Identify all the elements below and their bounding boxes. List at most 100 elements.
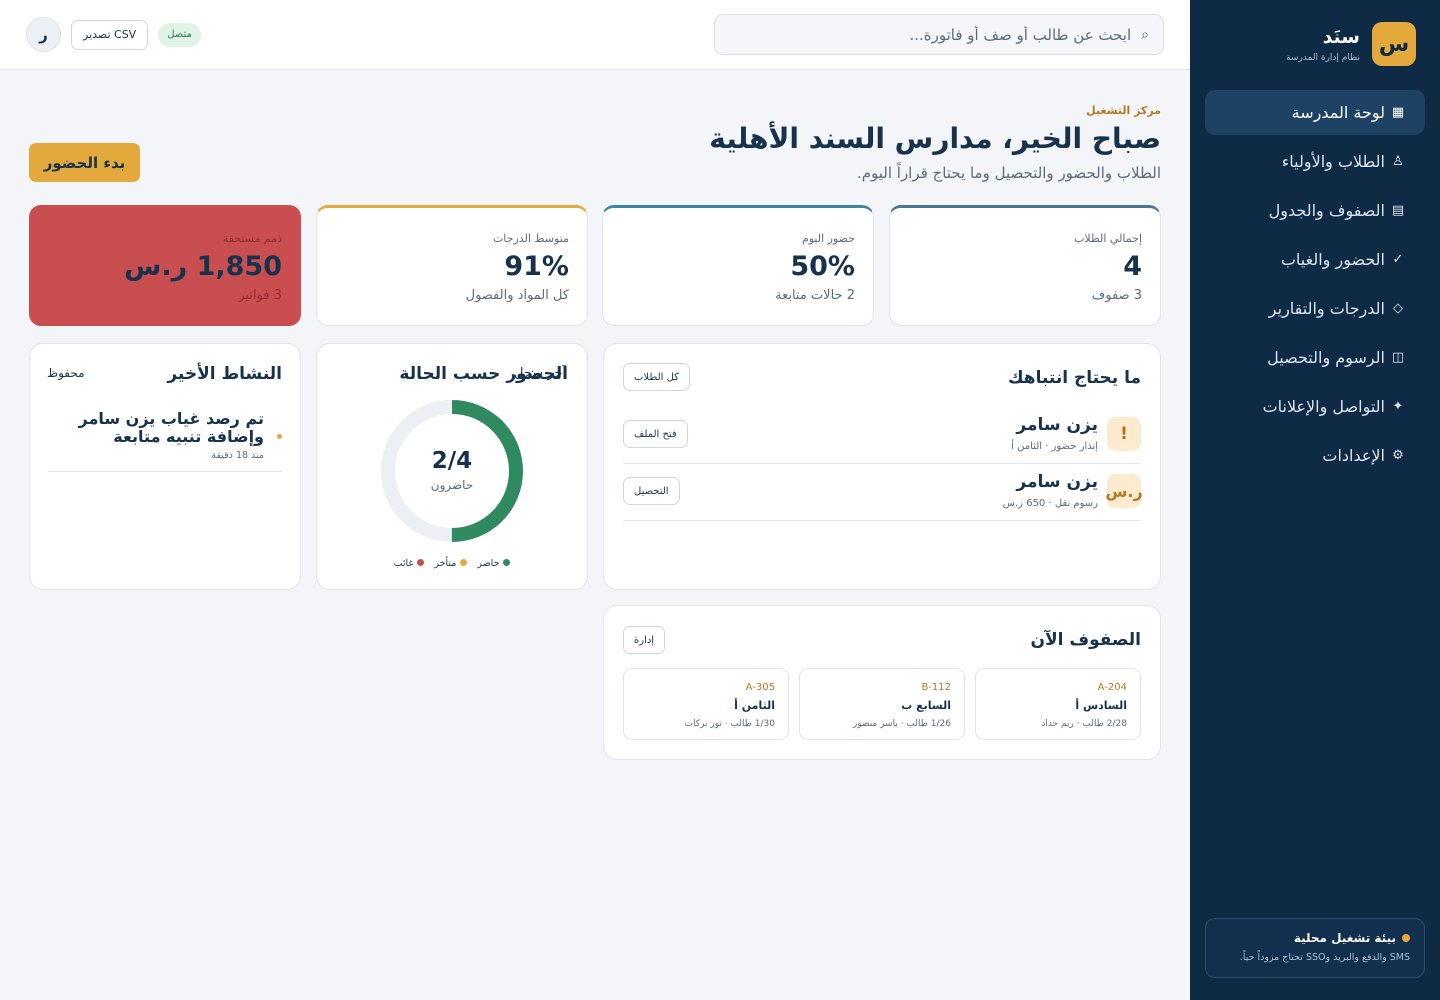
stat-value: 91% xyxy=(504,251,569,282)
sidebar-item-label: التواصل والإعلانات xyxy=(1262,397,1385,416)
legend-dot-icon xyxy=(503,559,511,566)
student-name[interactable]: يزن سامر xyxy=(1016,415,1098,435)
donut-value: 2/4 xyxy=(431,448,473,474)
class-code: A-305 xyxy=(745,682,775,693)
search-input[interactable] xyxy=(751,25,1132,44)
page-subtitle: الطلاب والحضور والتحصيل وما يحتاج قراراً… xyxy=(856,164,1161,182)
activity-time: منذ 18 دقيقة xyxy=(211,450,264,461)
currency-icon: ر.س xyxy=(1105,474,1143,508)
activity-dot-icon xyxy=(277,434,282,439)
wallet-icon: ◫ xyxy=(1391,350,1405,365)
stat-value: 1,850 ر.س xyxy=(124,251,282,282)
environment-title: بيئة تشغيل محلية xyxy=(1293,931,1396,945)
warning-icon: ! xyxy=(1107,417,1141,451)
brand-logo: س xyxy=(1372,22,1416,66)
stat-value: 4 xyxy=(1123,251,1142,282)
sidebar-item-settings[interactable]: ⚙ الإعدادات xyxy=(1205,433,1425,478)
brand-subtitle: نظام إدارة المدرسة xyxy=(1286,53,1360,63)
activity-title: النشاط الأخير xyxy=(167,364,282,384)
sidebar: س سنَد نظام إدارة المدرسة ▦ لوحة المدرسة … xyxy=(1190,0,1440,1000)
stat-card-students: إجمالي الطلاب 4 3 صفوف xyxy=(889,205,1161,326)
class-name: السادس أ xyxy=(1075,699,1127,712)
page-title: صباح الخير، مدارس السند الأهلية xyxy=(709,122,1161,155)
all-students-button[interactable]: كل الطلاب xyxy=(623,363,690,391)
stat-card-grades: متوسط الدرجات 91% كل المواد والفصول xyxy=(316,205,588,326)
sparkle-icon: ✦ xyxy=(1392,399,1404,414)
export-csv-button[interactable]: تصدير CSV xyxy=(71,19,149,50)
activity-panel: النشاط الأخير محفوظ تم رصد غياب يزن سامر… xyxy=(29,343,301,590)
sidebar-item-label: الدرجات والتقارير xyxy=(1268,299,1385,318)
sidebar-item-students[interactable]: ♙ الطلاب والأولياء xyxy=(1205,139,1425,184)
manage-classes-button[interactable]: إدارة xyxy=(623,626,666,654)
saved-status: محفوظ xyxy=(47,366,85,380)
collection-button[interactable]: التحصيل xyxy=(623,477,680,505)
legend-dot-icon xyxy=(417,559,425,566)
stat-value: 50% xyxy=(790,251,855,282)
sidebar-item-label: لوحة المدرسة xyxy=(1291,103,1385,122)
legend-item-absent: غائب xyxy=(394,558,425,569)
avatar[interactable]: ر xyxy=(26,17,61,52)
stat-note: 2 حالات متابعة xyxy=(775,288,855,303)
check-icon: ✓ xyxy=(1392,252,1404,267)
last-record-link[interactable]: آخر سجل xyxy=(514,366,566,381)
activity-item: تم رصد غياب يزن سامر وإضافة تنبيه متابعة… xyxy=(48,410,282,472)
item-detail: رسوم نقل · 650 ر.س xyxy=(1002,498,1098,509)
attention-panel: ما يحتاج انتباهك كل الطلاب ! يزن سامر إن… xyxy=(603,343,1161,590)
status-badge: متصل xyxy=(158,22,201,47)
class-meta: 2/28 طالب · ريم حداد xyxy=(1041,719,1127,729)
page-overline: مركز التشغيل xyxy=(1086,104,1161,117)
brand-name: سنَد xyxy=(1322,26,1360,48)
class-card[interactable]: B-112 السابع ب 1/26 طالب · ياسر منصور xyxy=(799,668,965,740)
activity-text: تم رصد غياب يزن سامر وإضافة تنبيه متابعة xyxy=(78,409,264,446)
sidebar-item-label: الحضور والغياب xyxy=(1280,250,1385,269)
sidebar-item-classes[interactable]: ▤ الصفوف والجدول xyxy=(1205,188,1425,233)
donut-legend: حاضر متأخر غائب xyxy=(317,558,587,569)
sidebar-item-label: الإعدادات xyxy=(1322,446,1385,465)
stat-label: إجمالي الطلاب xyxy=(1074,232,1142,245)
sidebar-nav: ▦ لوحة المدرسة ♙ الطلاب والأولياء ▤ الصفوف … xyxy=(1205,90,1425,482)
schedule-icon: ▤ xyxy=(1391,203,1405,218)
diamond-icon: ◇ xyxy=(1393,301,1403,316)
sidebar-item-grades[interactable]: ◇ الدرجات والتقارير xyxy=(1205,286,1425,331)
sidebar-item-label: الطلاب والأولياء xyxy=(1281,152,1385,171)
environment-notice: بيئة تشغيل محلية SMS والدفع والبريد وSSO… xyxy=(1205,918,1425,978)
class-meta: 1/26 طالب · ياسر منصور xyxy=(852,719,951,729)
start-attendance-button[interactable]: بدء الحضور xyxy=(29,143,140,182)
open-file-button[interactable]: فتح الملف xyxy=(623,420,688,448)
sidebar-item-fees[interactable]: ◫ الرسوم والتحصيل xyxy=(1205,335,1425,380)
stat-note: كل المواد والفصول xyxy=(465,288,569,303)
list-item: ! يزن سامر إنذار حضور · الثامن أ فتح الم… xyxy=(623,407,1141,464)
legend-item-late: متأخر xyxy=(434,558,468,569)
class-name: الثامن أ xyxy=(734,699,775,712)
class-card[interactable]: A-305 الثامن أ 1/30 طالب · نور بركات xyxy=(623,668,789,740)
donut-label: حاضرون xyxy=(430,478,474,492)
stat-label: حضور اليوم xyxy=(801,232,855,245)
attendance-panel: الحضور حسب الحالة آخر سجل 2/4 حاضرون حاض… xyxy=(316,343,588,590)
sidebar-item-attendance[interactable]: ✓ الحضور والغياب xyxy=(1205,237,1425,282)
classes-panel: الصفوف الآن إدارة A-204 السادس أ 2/28 طا… xyxy=(603,605,1161,760)
stat-label: ذمم مستحقة xyxy=(222,232,282,245)
sidebar-item-communication[interactable]: ✦ التواصل والإعلانات xyxy=(1205,384,1425,429)
item-detail: إنذار حضور · الثامن أ xyxy=(1011,441,1098,452)
class-code: B-112 xyxy=(921,682,951,693)
stat-card-attendance: حضور اليوم 50% 2 حالات متابعة xyxy=(602,205,874,326)
stat-card-receivables: ذمم مستحقة 1,850 ر.س 3 فواتير xyxy=(29,205,301,326)
list-item: ر.س يزن سامر رسوم نقل · 650 ر.س التحصيل xyxy=(623,464,1143,521)
class-card[interactable]: A-204 السادس أ 2/28 طالب · ريم حداد xyxy=(975,668,1141,740)
legend-dot-icon xyxy=(460,559,468,566)
student-name[interactable]: يزن سامر xyxy=(1016,472,1098,492)
sidebar-item-label: الصفوف والجدول xyxy=(1268,201,1385,220)
status-dot-icon xyxy=(1402,934,1410,942)
stat-note: 3 صفوف xyxy=(1091,288,1142,303)
users-icon: ♙ xyxy=(1392,154,1404,169)
dashboard-icon: ▦ xyxy=(1391,105,1405,120)
search-icon: ⌕ xyxy=(1141,26,1149,43)
sidebar-item-dashboard[interactable]: ▦ لوحة المدرسة xyxy=(1205,90,1425,135)
attention-title: ما يحتاج انتباهك xyxy=(1007,368,1141,388)
environment-description: SMS والدفع والبريد وSSO تحتاج مزوداً حيا… xyxy=(1239,952,1410,963)
stat-label: متوسط الدرجات xyxy=(492,232,569,245)
class-meta: 1/30 طالب · نور بركات xyxy=(684,719,775,729)
sidebar-item-label: الرسوم والتحصيل xyxy=(1267,348,1385,367)
class-code: A-204 xyxy=(1097,682,1127,693)
brand: س سنَد نظام إدارة المدرسة xyxy=(1286,22,1416,66)
